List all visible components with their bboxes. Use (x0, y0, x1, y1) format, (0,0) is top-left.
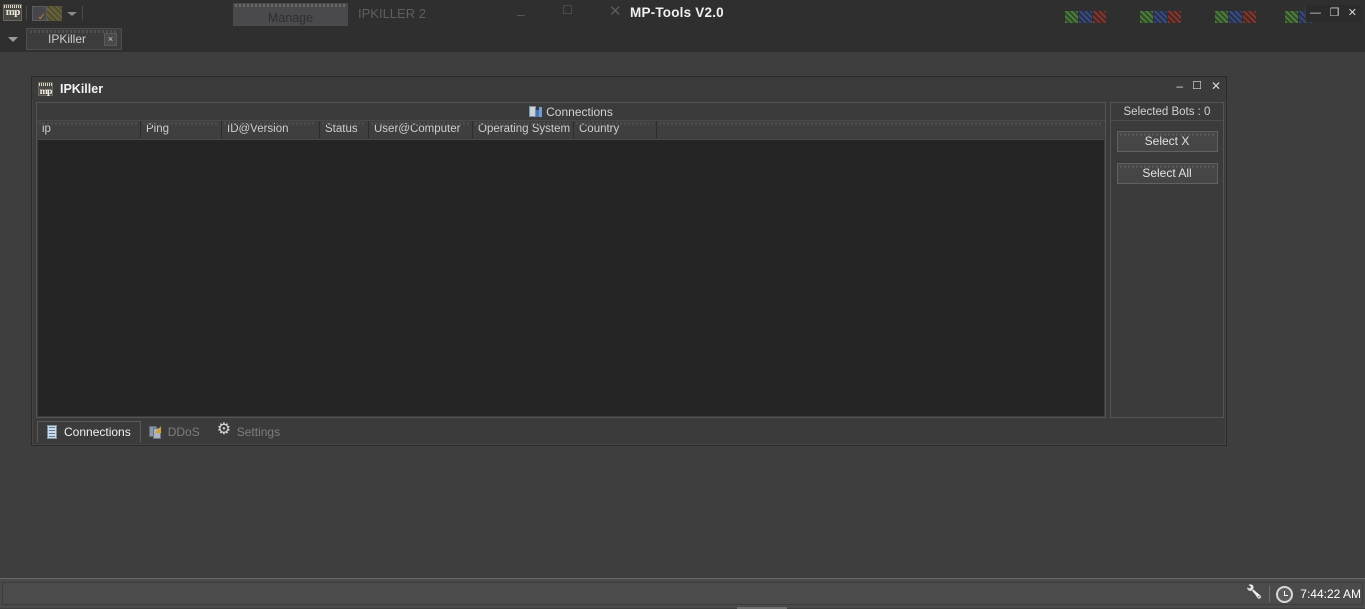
document-tab-ipkiller[interactable]: IPKiller × (26, 28, 122, 50)
tab-settings-label: Settings (237, 425, 280, 439)
ipkiller-minimize-button[interactable]: – (1176, 80, 1183, 92)
background-app-window: mp (0, 0, 1365, 52)
app-restore-button[interactable]: ❐ (1329, 8, 1339, 19)
column-header-country[interactable]: Country (574, 121, 657, 138)
column-header-operating-system[interactable]: Operating System (473, 121, 574, 138)
column-header-label: Status (325, 123, 358, 135)
select-all-button[interactable]: Select All (1117, 163, 1218, 184)
ipkiller-title: IPKiller (60, 82, 103, 96)
selected-bots-header: Selected Bots : 0 (1111, 103, 1223, 121)
clock-time[interactable]: 7:44:22 AM (1300, 587, 1361, 601)
column-header-status[interactable]: Status (320, 121, 369, 138)
chevron-down-icon[interactable] (3, 29, 23, 49)
ipkiller-maximize-button[interactable]: ☐ (1192, 81, 1202, 92)
connections-header-label: Connections (546, 105, 613, 119)
background-minimize-button[interactable]: – (517, 6, 525, 22)
ipkiller-titlebar[interactable]: mp IPKiller – ☐ ✕ (32, 77, 1226, 100)
tab-connections[interactable]: Connections (37, 421, 141, 442)
ribbon-chip-red (1243, 11, 1256, 23)
column-header-label: ip (42, 123, 51, 135)
document-tabstrip: IPKiller × (0, 26, 1365, 52)
column-header-label: Operating System (478, 123, 570, 135)
system-tray: 7:44:22 AM (1246, 583, 1361, 605)
connections-table-header: ip Ping ID@Version Status User@Computer Opera… (37, 121, 1105, 138)
app-close-button[interactable]: ✕ (1348, 8, 1357, 19)
tab-ddos-label: DDoS (168, 425, 200, 439)
mp-logo-icon: mp (38, 82, 53, 96)
ribbon-chip-blue (1154, 11, 1167, 23)
background-window-title: IPKILLER 2 (358, 6, 426, 21)
tab-settings[interactable]: Settings (210, 421, 290, 442)
ribbon-chip-red (1168, 11, 1181, 23)
clock-icon[interactable] (1276, 586, 1293, 603)
mp-logo-glyph: mp (3, 4, 22, 21)
connections-panel: Connections ip Ping ID@Version Status User@C… (36, 102, 1106, 418)
grid-icon[interactable] (47, 6, 62, 21)
ribbon-chip-group-3 (1215, 11, 1256, 23)
taskbar-surface[interactable] (2, 582, 1363, 605)
column-header-ping[interactable]: Ping (141, 121, 222, 138)
document-check-icon[interactable] (32, 6, 47, 21)
column-header-id-version[interactable]: ID@Version (222, 121, 320, 138)
gear-icon (218, 425, 232, 439)
ipkiller-body: Connections ip Ping ID@Version Status User@C… (36, 102, 1224, 418)
toolbar-divider (26, 6, 27, 20)
app-minimize-button[interactable]: — (1310, 8, 1321, 19)
background-maximize-button[interactable]: ☐ (562, 3, 573, 17)
ipkiller-window: mp IPKiller – ☐ ✕ Connections ip Ping ID@V… (31, 76, 1227, 446)
app-title: MP-Tools V2.0 (630, 5, 724, 20)
ipkiller-tabstrip: Connections DDoS Settings (37, 421, 290, 442)
background-close-button[interactable]: ✕ (609, 2, 622, 20)
column-header-label: Country (579, 123, 619, 135)
mp-logo-icon[interactable]: mp (3, 4, 21, 22)
document-tab-label: IPKiller (48, 32, 100, 46)
connections-table-body[interactable] (38, 139, 1104, 416)
column-header-ip[interactable]: ip (37, 121, 141, 138)
ipkiller-window-controls: – ☐ ✕ (1176, 80, 1221, 92)
app-window-controls: — ❐ ✕ (1305, 5, 1361, 22)
ribbon-chip-group-2 (1140, 11, 1181, 23)
background-window-controls: – ☐ ✕ (505, 4, 645, 24)
column-header-label: User@Computer (374, 123, 460, 135)
ribbon-chip-green (1140, 11, 1153, 23)
tab-connections-label: Connections (64, 425, 131, 439)
select-x-button[interactable]: Select X (1117, 131, 1218, 152)
wrench-icon[interactable] (1246, 586, 1263, 603)
ribbon-chip-green (1065, 11, 1078, 23)
tab-ddos[interactable]: DDoS (141, 421, 210, 442)
ribbon-chip-green (1215, 11, 1228, 23)
tray-divider (1269, 586, 1270, 602)
desktop: mp (0, 0, 1365, 608)
ribbon-chip-green (1285, 11, 1298, 23)
server-icon (45, 425, 59, 439)
taskbar: 7:44:22 AM (0, 578, 1365, 608)
toolbar-divider-2 (82, 6, 83, 20)
ribbon-chip-blue (1079, 11, 1092, 23)
ribbon-chip-red (1093, 11, 1106, 23)
ddos-icon (149, 425, 163, 439)
ribbon-chip-blue (1229, 11, 1242, 23)
connections-icon (529, 105, 542, 118)
column-header-label: Ping (146, 123, 169, 135)
selected-bots-panel: Selected Bots : 0 Select X Select All (1110, 102, 1224, 418)
column-header-user-computer[interactable]: User@Computer (369, 121, 473, 138)
connections-panel-header: Connections (37, 103, 1105, 121)
close-icon[interactable]: × (104, 33, 117, 46)
column-header-label: ID@Version (227, 123, 289, 135)
ribbon-tab-manage[interactable]: Manage (233, 3, 348, 26)
column-header-filler (657, 121, 1105, 138)
ribbon-chip-group-1 (1065, 11, 1106, 23)
ipkiller-close-button[interactable]: ✕ (1211, 80, 1221, 92)
chevron-down-icon[interactable] (66, 8, 77, 19)
